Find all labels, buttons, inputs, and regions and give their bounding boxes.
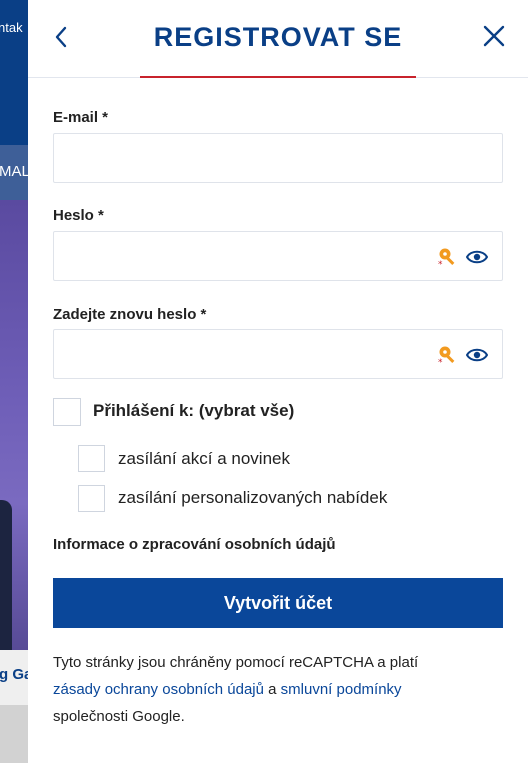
- background-caption: g Ga: [0, 650, 28, 705]
- select-all-checkbox[interactable]: [53, 398, 81, 426]
- svg-text:*: *: [438, 358, 443, 366]
- background-caption-text: g Ga: [0, 666, 28, 683]
- news-checkbox[interactable]: [78, 445, 105, 472]
- recaptcha-and: a: [263, 681, 281, 698]
- email-field[interactable]: [53, 133, 503, 183]
- recaptcha-notice: Tyto stránky jsou chráněny pomocí reCAPT…: [53, 649, 503, 730]
- email-input[interactable]: [54, 134, 424, 182]
- background-header-text: ntak: [0, 20, 23, 35]
- password-repeat-input[interactable]: [54, 330, 424, 378]
- password-input[interactable]: [54, 232, 424, 280]
- recaptcha-prefix: Tyto stránky jsou chráněny pomocí reCAPT…: [53, 654, 419, 671]
- background-footer: [0, 705, 28, 763]
- close-icon: [483, 25, 505, 47]
- page-title: REGISTROVAT SE: [153, 22, 403, 52]
- title-underline: [140, 76, 416, 78]
- eye-icon[interactable]: [466, 345, 488, 365]
- background-hero-image: [0, 200, 28, 705]
- background-page: ntak MAL g Ga: [0, 0, 28, 763]
- background-header: ntak: [0, 0, 28, 145]
- background-nav-text: MAL: [0, 163, 28, 180]
- background-nav-strip: MAL: [0, 145, 28, 200]
- svg-text:*: *: [438, 260, 443, 268]
- close-button[interactable]: [478, 20, 510, 52]
- news-checkbox-label[interactable]: zasílání akcí a novinek: [118, 449, 290, 469]
- select-all-label[interactable]: Přihlášení k: (vybrat vše): [93, 401, 294, 421]
- personalized-offers-checkbox[interactable]: [78, 485, 105, 512]
- password-repeat-field[interactable]: *: [53, 329, 503, 379]
- key-icon[interactable]: *: [437, 246, 459, 268]
- background-figure: [0, 500, 12, 660]
- password-repeat-label: Zadejte znovu heslo *: [53, 306, 207, 323]
- personalized-offers-checkbox-label[interactable]: zasílání personalizovaných nabídek: [118, 488, 387, 508]
- terms-link[interactable]: smluvní podmínky: [281, 681, 402, 698]
- create-account-button[interactable]: Vytvořit účet: [53, 578, 503, 628]
- password-field[interactable]: *: [53, 231, 503, 281]
- drawer-header: REGISTROVAT SE: [28, 0, 528, 78]
- registration-drawer: REGISTROVAT SE E-mail * Heslo * * Zadejt…: [28, 0, 528, 763]
- eye-icon[interactable]: [466, 247, 488, 267]
- privacy-info-link[interactable]: Informace o zpracování osobních údajů: [53, 536, 336, 553]
- email-label: E-mail *: [53, 109, 109, 126]
- key-icon[interactable]: *: [437, 344, 459, 366]
- privacy-policy-link[interactable]: zásady ochrany osobních údajů: [53, 681, 264, 698]
- recaptcha-suffix: společnosti Google.: [53, 708, 185, 725]
- password-label: Heslo *: [53, 207, 104, 224]
